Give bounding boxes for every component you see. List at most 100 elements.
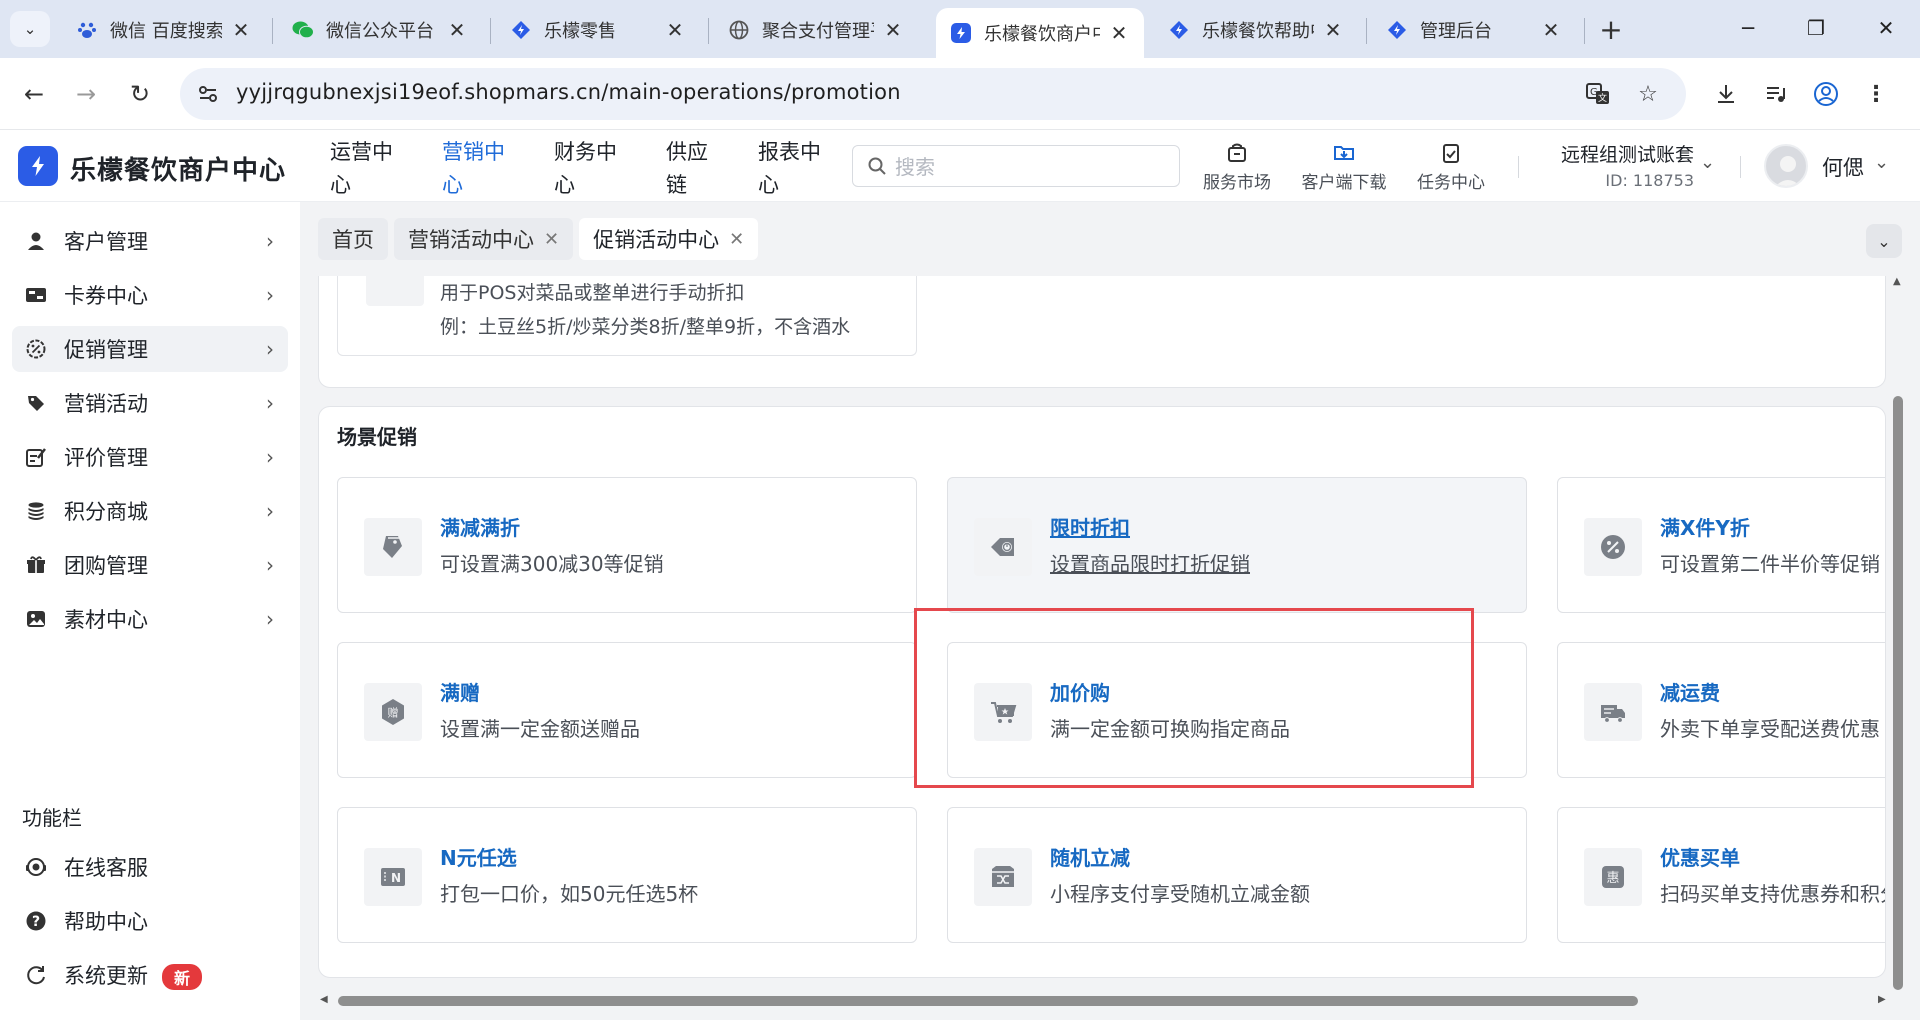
scroll-left-arrow-icon[interactable]: ◀ [320,994,328,1005]
sidebar-item-coupons[interactable]: 卡券中心 › [12,272,288,318]
browser-tab-3[interactable]: 乐檬零售 ✕ [496,8,700,52]
profile-icon[interactable] [1806,74,1846,114]
sidebar-item-customer[interactable]: 客户管理 › [12,218,288,264]
browser-tab-1[interactable]: 微信 百度搜索 ✕ [62,8,266,52]
bookmark-star-icon[interactable]: ☆ [1634,80,1662,108]
topnav-supply-chain[interactable]: 供应链 [666,136,716,202]
service-market-button[interactable]: 服务市场 [1196,140,1278,193]
sidebar-item-promotion[interactable]: 促销管理 › [12,326,288,372]
restore-icon[interactable]: ❐ [1788,8,1844,48]
chevron-right-icon: › [266,229,274,253]
tab-separator [1366,18,1367,44]
download-icon[interactable] [1706,74,1746,114]
sidebar-item-label: 卡券中心 [64,284,148,308]
topnav-operations[interactable]: 运营中心 [330,136,402,202]
tab-close-icon[interactable]: ✕ [882,18,904,42]
lemeng-square-icon [950,22,972,44]
close-icon[interactable]: ✕ [729,229,744,250]
promo-desc: 可设置第二件半价等促销 [1660,552,1880,576]
chevron-down-icon[interactable]: ⌄ [1700,152,1715,173]
card-icon [24,283,48,307]
scroll-up-arrow-icon[interactable]: ▲ [1893,276,1901,287]
account-name: 远程组测试账套 [1560,144,1694,166]
promo-card-random-reduction[interactable]: 随机立减 小程序支付享受随机立减金额 [947,807,1527,943]
user-icon [24,229,48,253]
close-icon[interactable]: ✕ [544,229,559,250]
promo-card-gift[interactable]: 赠 满赠 设置满一定金额送赠品 [337,642,917,778]
account-switcher[interactable]: 远程组测试账套 ID: 118753 [1548,140,1694,190]
sidebar-item-label: 帮助中心 [64,910,148,934]
tab-close-icon[interactable]: ✕ [1540,18,1562,42]
promo-title: 满X件Y折 [1660,516,1750,540]
shop-bag-icon [1196,140,1278,166]
browser-toolbar: ← → ↻ yyjjrqgubnexjsi19eof.shopmars.cn/m… [0,58,1920,130]
close-window-icon[interactable]: ✕ [1858,8,1914,48]
browser-tab-2[interactable]: 微信公众平台 ✕ [278,8,482,52]
site-info-icon[interactable] [196,82,220,106]
reload-icon[interactable]: ↻ [120,74,160,114]
task-center-button[interactable]: 任务中心 [1410,140,1492,193]
promo-card-discount-checkout[interactable]: 惠 优惠买单 扫码买单支持优惠券和积分 [1557,807,1885,943]
scroll-right-arrow-icon[interactable]: ▶ [1878,994,1886,1005]
logo-text: 乐檬餐饮商户中心 [70,156,287,186]
search-input[interactable] [895,154,1165,180]
discount-card-section: 用于POS对菜品或整单进行手动折扣 例：土豆丝5折/炒菜分类8折/整单9折，不含… [318,276,1886,388]
percent-icon [1584,518,1642,576]
sidebar-item-points-mall[interactable]: 积分商城 › [12,488,288,534]
page-tab-marketing-center[interactable]: 营销活动中心 ✕ [394,218,574,260]
sidebar-online-service[interactable]: 在线客服 [12,844,288,890]
more-vert-icon[interactable]: ⋮ [1856,74,1896,114]
vertical-scrollbar-thumb[interactable] [1893,396,1903,990]
back-arrow-icon[interactable]: ← [14,74,54,114]
tab-separator [272,18,273,44]
tab-close-icon[interactable]: ✕ [1108,21,1130,45]
tab-close-icon[interactable]: ✕ [1322,18,1344,42]
tab-close-icon[interactable]: ✕ [664,18,686,42]
page-tab-promotion-center[interactable]: 促销活动中心 ✕ [579,218,759,260]
forward-arrow-icon[interactable]: → [66,74,106,114]
promo-title: 满减满折 [440,516,520,540]
chevron-down-icon[interactable]: ⌄ [1874,152,1889,173]
client-download-button[interactable]: 客户端下载 [1296,140,1392,193]
user-name[interactable]: 何偲 [1822,152,1864,182]
topnav-marketing[interactable]: 营销中心 [442,136,514,202]
promo-card-n-yuan-choice[interactable]: N N元任选 打包一口价，如50元任选5杯 [337,807,917,943]
page-tab-home[interactable]: 首页 [318,218,388,260]
translate-icon[interactable]: G文 [1584,80,1612,108]
folder-download-icon [1296,140,1392,166]
sidebar-item-label: 营销活动 [64,392,148,416]
browser-tab-7[interactable]: 管理后台 ✕ [1372,8,1576,52]
sidebar-item-materials[interactable]: 素材中心 › [12,596,288,642]
sidebar-item-group-buy[interactable]: 团购管理 › [12,542,288,588]
sidebar-help-center[interactable]: ? 帮助中心 [12,898,288,944]
tabs-dropdown-button[interactable]: ⌄ [1866,224,1902,258]
tab-close-icon[interactable]: ✕ [230,18,252,42]
promo-card-full-reduction[interactable]: 满减满折 可设置满300减30等促销 [337,477,917,613]
minimize-icon[interactable]: ─ [1720,8,1776,48]
manual-discount-card[interactable]: 用于POS对菜品或整单进行手动折扣 例：土豆丝5折/炒菜分类8折/整单9折，不含… [337,276,917,356]
promo-card-shipping-reduction[interactable]: 减运费 外卖下单享受配送费优惠 [1557,642,1885,778]
media-control-icon[interactable] [1756,74,1796,114]
avatar[interactable] [1764,144,1808,188]
horizontal-scrollbar-thumb[interactable] [338,996,1638,1006]
lemeng-diamond-icon [1386,19,1408,41]
promo-card-x-items-y-discount[interactable]: 满X件Y折 可设置第二件半价等促销 [1557,477,1885,613]
topnav-reports[interactable]: 报表中心 [758,136,830,202]
new-tab-plus-icon[interactable]: + [1594,12,1628,46]
svg-text:?: ? [32,914,40,930]
tab-title: 乐檬零售 [544,21,616,42]
promo-desc: 打包一口价，如50元任选5杯 [440,882,699,906]
browser-tab-5-active[interactable]: 乐檬餐饮商户中心 ✕ [936,8,1144,58]
browser-tab-4[interactable]: 聚合支付管理平台 ✕ [714,8,918,52]
tab-search-button[interactable]: ⌄ [10,11,50,47]
tab-close-icon[interactable]: ✕ [446,18,468,42]
sidebar-item-reviews[interactable]: 评价管理 › [12,434,288,480]
address-bar[interactable]: yyjjrqgubnexjsi19eof.shopmars.cn/main-op… [180,68,1686,120]
topnav-finance[interactable]: 财务中心 [554,136,626,202]
sidebar-item-label: 客户管理 [64,230,148,254]
search-box[interactable] [852,145,1180,187]
sidebar-system-update[interactable]: 系统更新新 [12,952,288,998]
promo-card-flash-discount[interactable]: 限时折扣 设置商品限时打折促销 [947,477,1527,613]
browser-tab-6[interactable]: 乐檬餐饮帮助中心 ✕ [1154,8,1358,52]
sidebar-item-marketing[interactable]: 营销活动 › [12,380,288,426]
